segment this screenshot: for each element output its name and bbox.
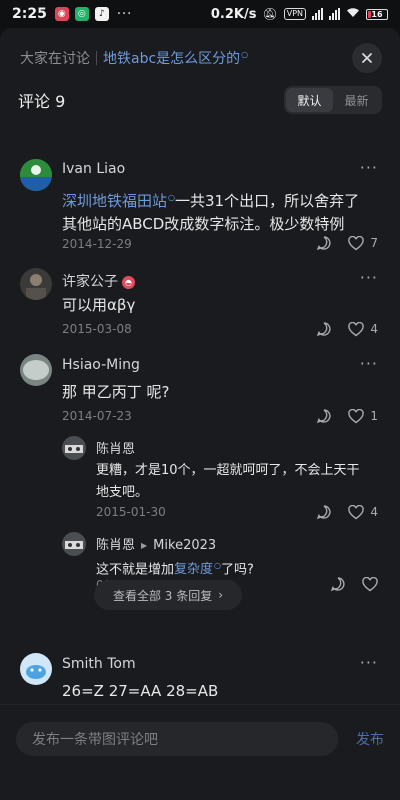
comment-date: 2015-03-08 [62,322,132,336]
sort-default-tab[interactable]: 默认 [286,88,333,112]
avatar[interactable] [62,532,86,556]
sort-toggle: 默认 最新 [284,86,382,114]
status-time: 2:25 [12,6,47,22]
comment-date: 2014-07-23 [62,409,132,423]
reply-to-user[interactable]: Mike2023 [153,538,216,553]
wechat-app-icon: ◎ [74,7,89,21]
comment-actions: 1 [316,408,378,424]
status-bar: 2:25 ◉ ◎ ♪ ··· 0.2K/s 🔕︎ VPN 16 [0,0,400,28]
more-options-icon[interactable]: ··· [360,653,378,672]
more-notifications-icon: ··· [116,6,133,22]
reply-button[interactable] [316,408,332,424]
heart-icon [348,321,365,336]
reply-author[interactable]: 陈肖恩 ▶ Mike2023 [96,534,216,553]
vpn-icon: VPN [283,8,306,20]
comment-author[interactable]: 许家公子 ◓ [62,271,135,291]
battery-level: 16 [371,9,383,19]
avatar[interactable] [62,436,86,460]
sheet-header: 大家在讨论 地铁abc是怎么区分的○ [0,28,400,88]
search-icon: ○ [241,50,249,60]
comment-author[interactable]: Hsiao-Ming [62,357,140,373]
signal-2-icon [329,8,340,20]
comments-count-row: 评论 9 默认 最新 [0,84,400,116]
view-all-replies-button[interactable]: 查看全部 3 条回复 › [94,580,242,610]
network-speed: 0.2K/s [210,6,257,22]
like-count: 7 [370,236,378,250]
like-button[interactable]: 4 [348,321,378,337]
reply-date: 2015-01-30 [96,505,166,519]
more-options-icon[interactable]: ··· [360,158,378,177]
comment-icon [317,505,331,520]
comment-text: 深圳地铁福田站○一共31个出口，所以舍弃了其他站的ABCD改成数字标注。极少数特… [62,192,360,233]
avatar[interactable] [20,268,52,300]
close-button[interactable] [352,43,382,73]
comment-text: 可以用αβγ [62,296,136,314]
reply-author[interactable]: 陈肖恩 [96,438,135,457]
search-icon: ○ [214,561,222,570]
close-icon [362,53,372,63]
reply-actions: 4 [316,504,378,520]
comment-icon [317,236,331,251]
wifi-icon [346,7,360,21]
mute-icon: 🔕︎ [262,7,278,21]
sort-latest-tab[interactable]: 最新 [333,88,380,112]
avatar[interactable] [20,354,52,386]
comment-text: 那 甲乙丙丁 呢? [62,383,170,401]
weibo-app-icon: ◉ [54,7,69,21]
topic-link[interactable]: 地铁abc是怎么区分的○ [103,48,248,68]
search-icon: ○ [168,193,175,202]
like-button[interactable]: 4 [348,504,378,520]
reply-button[interactable] [316,321,332,337]
comment-icon [317,409,331,424]
battery-icon: 16 [366,8,388,20]
discussion-label: 大家在讨论 [20,51,90,67]
send-button[interactable]: 发布 [356,729,384,749]
more-options-icon[interactable]: ··· [360,354,378,373]
chevron-right-icon: › [218,588,224,602]
comment-actions: 4 [316,321,378,337]
like-button[interactable]: 7 [348,235,378,251]
comment-input-bar: 发布一条带图评论吧 发布 [0,704,400,772]
reply-button[interactable] [316,235,332,251]
reply-button[interactable] [316,504,332,520]
comment-author[interactable]: Ivan Liao [62,161,125,177]
comment-input[interactable]: 发布一条带图评论吧 [16,721,338,756]
complexity-link[interactable]: 复杂度○ [174,561,222,577]
comments-count: 评论 9 [18,92,66,111]
like-count: 4 [370,322,378,336]
tiktok-app-icon: ♪ [94,7,109,21]
comment-date: 2014-12-29 [62,237,132,251]
heart-icon [348,408,365,423]
comment-author[interactable]: Smith Tom [62,656,136,672]
like-button[interactable]: 1 [348,408,378,424]
comment-text: 26=Z 27=AA 28=AB [62,682,219,700]
header-divider [96,51,97,65]
station-link[interactable]: 深圳地铁福田站○ [62,192,175,210]
reply-arrow-icon: ▶ [141,541,148,550]
more-options-icon[interactable]: ··· [360,268,378,287]
reply-actions [330,576,378,592]
signal-1-icon [312,8,323,20]
badge-icon: ◓ [122,275,135,289]
heart-icon [362,576,378,591]
comment-icon [330,577,345,592]
reply-button[interactable] [330,576,346,592]
comment-actions: 7 [316,235,378,251]
reply-text: 更糟，才是10个，一超就呵呵了，不会上天干地支吧。 [96,463,360,500]
heart-icon [348,504,365,519]
like-button[interactable] [362,576,378,592]
heart-icon [348,235,365,250]
comment-icon [317,322,331,337]
avatar[interactable] [20,653,52,685]
like-count: 4 [370,505,378,519]
avatar[interactable] [20,159,52,191]
like-count: 1 [370,409,378,423]
